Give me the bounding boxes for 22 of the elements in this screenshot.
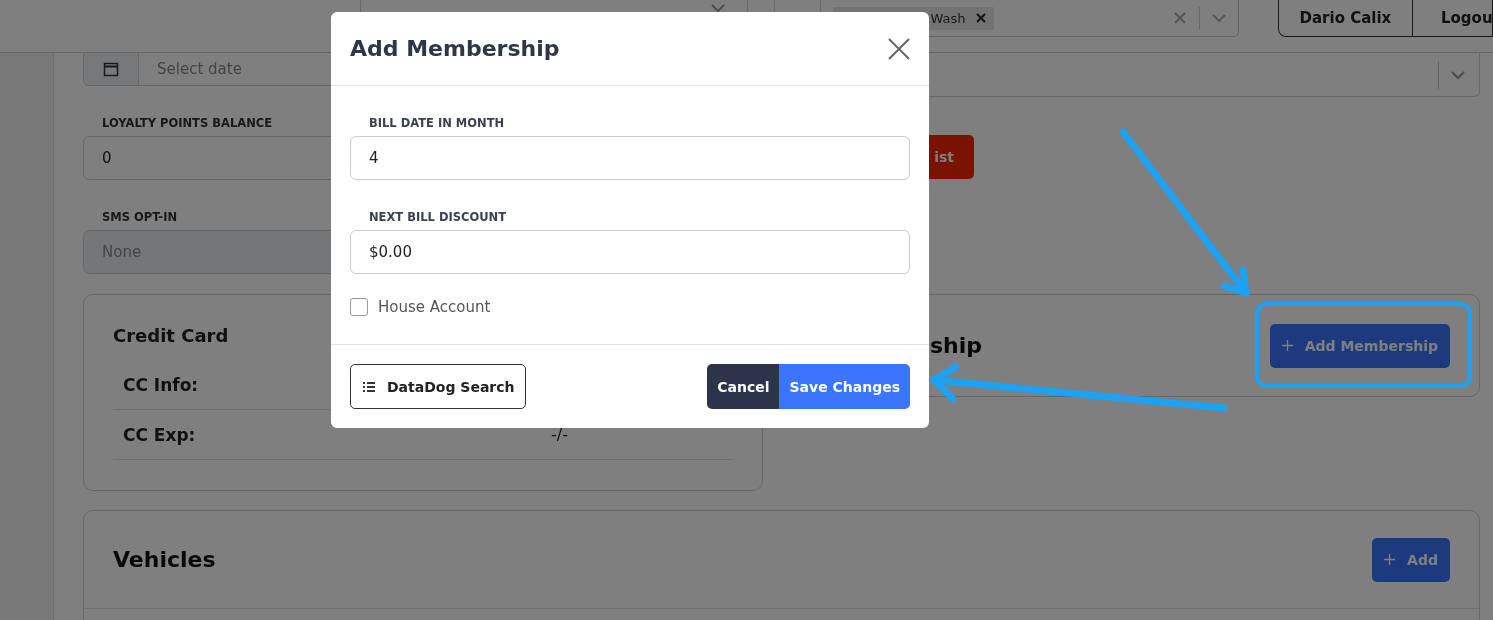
panel-title: Vehicles: [113, 547, 216, 572]
row-label: CC Exp:: [123, 424, 196, 445]
checkbox-label: House Account: [378, 298, 491, 316]
tag-label: Wash: [930, 10, 966, 26]
modal-title: Add Membership: [350, 36, 560, 61]
add-button[interactable]: Add: [1372, 537, 1450, 582]
input-field[interactable]: 4: [350, 136, 910, 180]
cancel-button[interactable]: Cancel: [707, 364, 780, 409]
add-membership-button[interactable]: Add Membership: [1269, 323, 1450, 368]
field-label: LOYALTY POINTS BALANCE: [102, 116, 273, 130]
datadog-search-button[interactable]: DataDog Search: [350, 364, 526, 409]
user-button[interactable]: Dario Calix: [1277, 0, 1413, 37]
input-field[interactable]: $0.00: [350, 230, 910, 274]
logout-button[interactable]: Logou: [1413, 0, 1493, 37]
field-label: NEXT BILL DISCOUNT: [369, 210, 508, 224]
field-label: BILL DATE IN MONTH: [369, 116, 506, 130]
field-label: SMS OPT-IN: [102, 210, 178, 224]
row-value: -/-: [551, 425, 568, 444]
panel-title: ship: [930, 333, 984, 358]
save-button[interactable]: Save Changes: [779, 364, 910, 409]
row-label: CC Info:: [123, 374, 199, 395]
panel-title: Credit Card: [113, 325, 230, 346]
